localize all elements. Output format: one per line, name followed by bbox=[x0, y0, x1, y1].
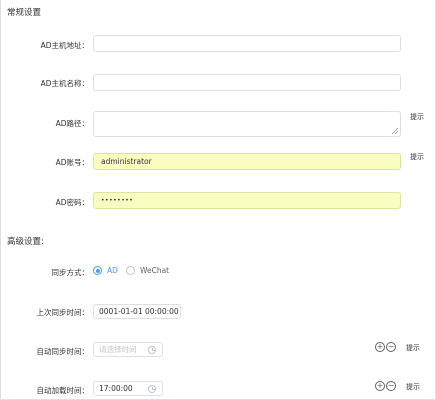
auto-load-hint[interactable]: 提示 bbox=[406, 382, 420, 392]
auto-load-value: 17:00:00 bbox=[99, 384, 133, 393]
ad-account-label: AD账号： bbox=[55, 158, 89, 167]
general-settings-title: 常规设置 bbox=[7, 8, 42, 18]
ad-password-label: AD密码： bbox=[55, 198, 89, 207]
plus-circle-icon[interactable]: + bbox=[375, 381, 385, 391]
auto-sync-label: 自动同步时间： bbox=[36, 347, 90, 356]
ad-name-label: AD主机名称： bbox=[40, 79, 89, 88]
ad-path-hint[interactable]: 提示 bbox=[410, 112, 424, 122]
minus-circle-icon[interactable]: − bbox=[386, 381, 396, 391]
ad-name-input[interactable] bbox=[93, 74, 401, 91]
sync-radio-wechat-label: WeChat bbox=[140, 266, 170, 275]
sync-mode-label: 同步方式： bbox=[51, 268, 90, 277]
clock-icon bbox=[148, 346, 156, 354]
minus-circle-icon[interactable]: − bbox=[386, 342, 396, 352]
clock-icon bbox=[148, 385, 156, 393]
plus-circle-icon[interactable]: + bbox=[375, 342, 385, 352]
radio-checked-icon bbox=[93, 266, 102, 275]
ad-host-input[interactable] bbox=[93, 35, 401, 52]
auto-sync-time-picker[interactable]: 请选择时间 bbox=[93, 342, 163, 357]
ad-account-input[interactable]: administrator bbox=[93, 153, 401, 170]
ad-password-input[interactable]: •••••••• bbox=[93, 192, 401, 209]
auto-load-time-picker[interactable]: 17:00:00 bbox=[93, 381, 163, 396]
ad-path-label: AD路径： bbox=[55, 119, 89, 128]
ad-account-hint[interactable]: 提示 bbox=[410, 152, 424, 162]
radio-unchecked-icon bbox=[126, 266, 135, 275]
sync-radio-wechat[interactable]: WeChat bbox=[126, 266, 169, 275]
auto-sync-hint[interactable]: 提示 bbox=[406, 343, 420, 353]
ad-path-textarea[interactable] bbox=[93, 111, 401, 137]
settings-panel: 常规设置 AD主机地址： AD主机名称： AD路径： 提示 AD账号： admi… bbox=[0, 0, 436, 400]
auto-sync-controls: + − bbox=[375, 342, 397, 352]
auto-load-label: 自动加载时间： bbox=[36, 386, 90, 395]
resize-handle-icon[interactable] bbox=[392, 128, 398, 134]
auto-load-controls: + − bbox=[375, 381, 397, 391]
last-sync-label: 上次同步时间： bbox=[36, 308, 90, 317]
auto-sync-placeholder: 请选择时间 bbox=[99, 345, 137, 354]
ad-host-label: AD主机地址： bbox=[40, 41, 89, 50]
advanced-settings-title: 高级设置: bbox=[7, 237, 44, 247]
sync-radio-ad[interactable]: AD bbox=[93, 266, 118, 275]
sync-radio-ad-label: AD bbox=[107, 266, 118, 275]
last-sync-value: 0001-01-01 00:00:00 bbox=[93, 304, 181, 319]
